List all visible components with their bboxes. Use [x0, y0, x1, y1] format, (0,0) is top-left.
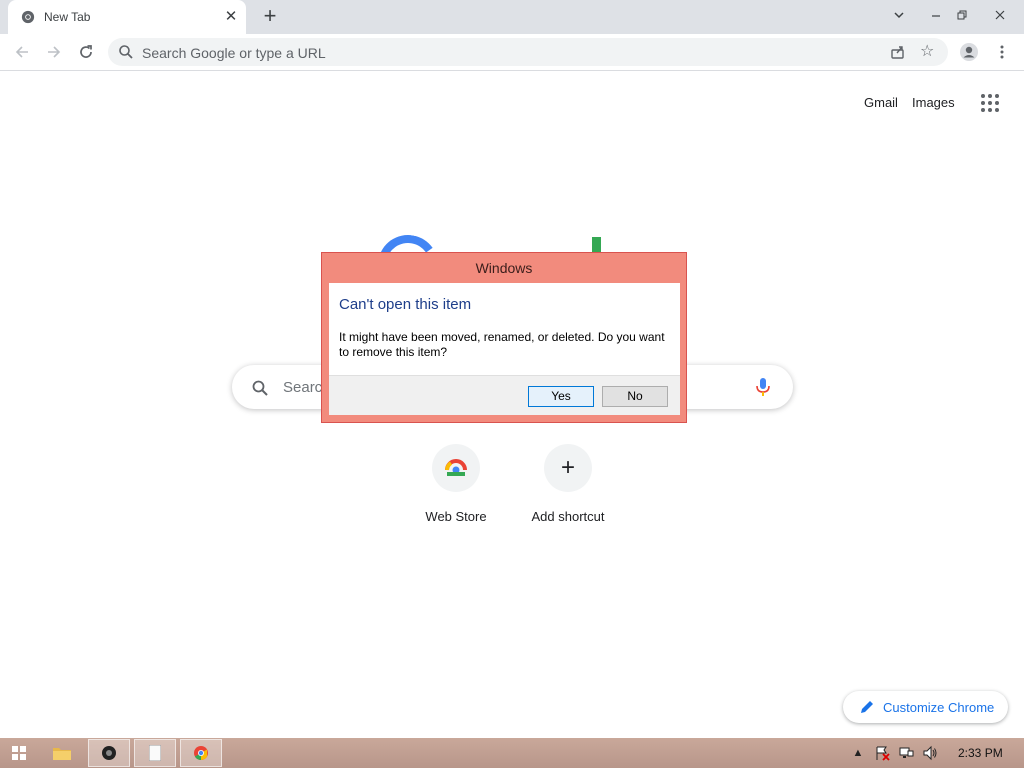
taskbar-clock[interactable]: 2:33 PM	[958, 746, 1003, 760]
tab-close-icon[interactable]: ✕	[222, 8, 240, 26]
taskbar-app-dark[interactable]	[88, 739, 130, 767]
close-window-button[interactable]	[987, 4, 1013, 28]
dialog-body: Can't open this item It might have been …	[329, 283, 680, 415]
taskbar-file-explorer[interactable]	[46, 739, 78, 767]
chrome-favicon-icon	[21, 10, 35, 24]
bookmark-star-icon[interactable]: ☆	[920, 43, 938, 61]
chrome-icon	[194, 746, 208, 761]
arrow-left-icon	[15, 46, 28, 58]
reload-icon	[80, 45, 92, 58]
reload-button[interactable]	[74, 40, 98, 64]
restore-button[interactable]	[949, 4, 975, 28]
menu-button[interactable]	[990, 40, 1014, 64]
plus-icon: +	[544, 444, 592, 492]
shortcut-label: Add shortcut	[531, 509, 605, 524]
arrow-right-icon	[48, 46, 61, 58]
taskbar-chrome[interactable]	[180, 739, 222, 767]
plus-symbol: +	[560, 454, 575, 481]
error-dialog: Windows Can't open this item It might ha…	[321, 252, 687, 423]
dialog-message: It might have been moved, renamed, or de…	[339, 330, 665, 359]
address-bar-placeholder: Search Google or type a URL	[142, 45, 326, 61]
app-icon	[102, 746, 116, 760]
browser-toolbar: Search Google or type a URL ☆	[0, 34, 1024, 71]
tab-strip: New Tab ✕ +	[0, 0, 1024, 34]
kebab-menu-icon	[1000, 45, 1004, 59]
volume-icon[interactable]	[922, 745, 938, 761]
dialog-button-bar: Yes No	[329, 375, 680, 415]
tab-search-chevron-icon[interactable]	[886, 4, 912, 28]
start-button[interactable]	[6, 739, 32, 767]
dialog-heading: Can't open this item	[339, 296, 472, 313]
minimize-button[interactable]	[923, 4, 949, 28]
tab-new-tab[interactable]: New Tab ✕	[8, 0, 246, 34]
dialog-title: Windows	[475, 260, 533, 276]
search-icon	[252, 380, 268, 396]
taskbar: ▲ 2:33 PM	[0, 738, 1024, 768]
customize-chrome-button[interactable]: Customize Chrome	[843, 691, 1008, 723]
show-hidden-icons-icon[interactable]: ▲	[850, 745, 866, 761]
tab-title: New Tab	[44, 10, 91, 24]
address-bar[interactable]: Search Google or type a URL ☆	[108, 38, 948, 66]
share-icon[interactable]	[890, 44, 906, 60]
search-placeholder: Searc	[283, 379, 323, 396]
shortcut-web-store[interactable]: Web Store	[400, 444, 512, 524]
images-link[interactable]: Images	[912, 95, 955, 110]
document-icon	[149, 745, 161, 761]
folder-icon	[53, 748, 71, 760]
customize-chrome-label: Customize Chrome	[883, 700, 995, 715]
gmail-link[interactable]: Gmail	[864, 95, 898, 110]
taskbar-document[interactable]	[134, 739, 176, 767]
microphone-icon[interactable]	[755, 377, 771, 397]
action-center-flag-icon[interactable]	[874, 745, 890, 761]
search-icon	[119, 45, 133, 59]
profile-button[interactable]	[957, 40, 981, 64]
no-button[interactable]: No	[602, 386, 668, 407]
forward-button[interactable]	[42, 40, 66, 64]
yes-button[interactable]: Yes	[528, 386, 594, 407]
pencil-icon	[861, 701, 873, 713]
new-tab-button[interactable]: +	[259, 5, 281, 28]
web-store-icon	[432, 444, 480, 492]
apps-grid-icon[interactable]	[980, 93, 1000, 113]
shortcut-label: Web Store	[425, 509, 487, 524]
back-button[interactable]	[10, 40, 34, 64]
network-icon[interactable]	[898, 745, 914, 761]
shortcut-add[interactable]: + Add shortcut	[512, 444, 624, 524]
windows-logo-icon	[12, 746, 26, 760]
avatar-icon	[960, 43, 978, 61]
